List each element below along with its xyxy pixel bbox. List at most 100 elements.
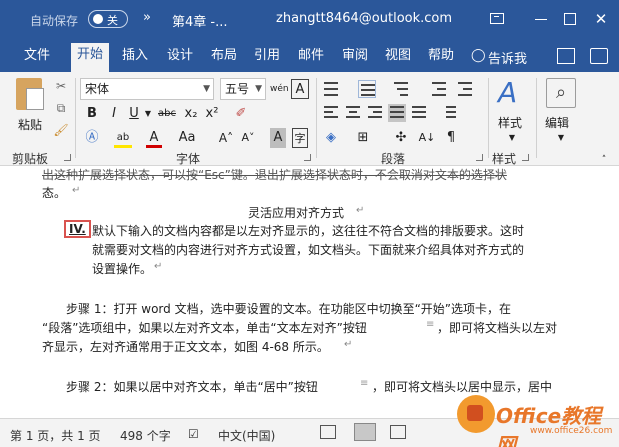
chevron-down-icon[interactable]: ▼ bbox=[556, 128, 566, 148]
multilevel-list-icon[interactable] bbox=[392, 80, 410, 98]
group-divider bbox=[75, 78, 76, 158]
bullets-icon[interactable] bbox=[322, 80, 340, 98]
tab-file[interactable]: 文件 bbox=[24, 48, 50, 72]
bold-button[interactable]: B bbox=[84, 104, 100, 124]
comment-icon[interactable] bbox=[590, 48, 608, 64]
doc-line-top2: 态。 bbox=[42, 186, 67, 200]
align-right-icon[interactable] bbox=[366, 104, 384, 122]
qat-more-button[interactable]: » bbox=[143, 10, 151, 25]
increase-indent-icon[interactable] bbox=[456, 80, 474, 98]
paragraph-group-label: 段落 bbox=[381, 152, 406, 166]
ribbon: 粘贴 ✂ ⧉ 🖌 剪贴板 宋体 ▼ 五号 ▼ wén A B I U ▼ abc… bbox=[0, 72, 619, 166]
maximize-button[interactable] bbox=[559, 8, 581, 30]
align-left-inline-icon: ≡ bbox=[426, 319, 435, 330]
highlight-icon[interactable]: ab bbox=[114, 128, 132, 148]
strikethrough-button[interactable]: abc bbox=[156, 104, 178, 124]
paragraph-mark: ↵ bbox=[72, 185, 81, 196]
borders-icon[interactable]: ⊞ bbox=[354, 128, 372, 148]
grow-font-button[interactable]: A˄ bbox=[218, 128, 234, 148]
autosave-toggle[interactable]: 关 bbox=[88, 10, 128, 28]
font-size-combo[interactable]: 五号 ▼ bbox=[220, 78, 266, 100]
chevron-down-icon: ▼ bbox=[203, 84, 210, 94]
styles-icon[interactable]: A bbox=[498, 78, 528, 108]
chevron-down-icon[interactable]: ▼ bbox=[144, 104, 152, 124]
tab-layout[interactable]: 布局 bbox=[211, 48, 237, 72]
tab-references[interactable]: 引用 bbox=[254, 48, 280, 72]
sort-icon[interactable]: A↓ bbox=[418, 128, 436, 148]
justify-icon[interactable] bbox=[388, 104, 406, 122]
styles-launcher[interactable] bbox=[522, 154, 529, 161]
tell-me-search[interactable]: 告诉我 bbox=[488, 48, 527, 67]
minimize-button[interactable] bbox=[530, 8, 552, 30]
print-layout-icon[interactable] bbox=[354, 423, 376, 441]
font-size-value: 五号 bbox=[225, 82, 250, 96]
superscript-button[interactable]: x² bbox=[203, 104, 221, 124]
tab-review[interactable]: 审阅 bbox=[342, 48, 368, 72]
page-count[interactable]: 第 1 页，共 1 页 bbox=[10, 427, 101, 444]
tab-mailings[interactable]: 邮件 bbox=[298, 48, 324, 72]
line-spacing-icon[interactable] bbox=[440, 104, 458, 122]
align-center-icon[interactable] bbox=[344, 104, 362, 122]
character-border-button[interactable]: A bbox=[291, 79, 309, 99]
phonetic-guide-button[interactable]: wén bbox=[270, 79, 289, 99]
clipboard-group-label: 剪贴板 bbox=[12, 152, 49, 166]
numbering-icon[interactable] bbox=[358, 80, 376, 98]
align-left-icon[interactable] bbox=[322, 104, 340, 122]
tab-insert[interactable]: 插入 bbox=[122, 48, 148, 72]
ribbon-tabs: 文件 开始 插入 设计 布局 引用 邮件 审阅 视图 帮助 ◯ 告诉我 bbox=[0, 40, 619, 72]
list-item-line-3: 设置操作。 bbox=[92, 262, 153, 276]
chevron-down-icon[interactable]: ▼ bbox=[507, 128, 517, 148]
toggle-knob bbox=[93, 14, 103, 24]
decrease-indent-icon[interactable] bbox=[430, 80, 448, 98]
search-icon[interactable]: ⌕ bbox=[546, 78, 576, 108]
format-painter-icon[interactable]: 🖌 bbox=[53, 122, 69, 138]
word-count[interactable]: 498 个字 bbox=[120, 427, 171, 444]
close-button[interactable]: ✕ bbox=[590, 8, 612, 30]
cut-icon[interactable]: ✂ bbox=[53, 78, 69, 94]
paragraph-mark: ↵ bbox=[356, 205, 365, 216]
show-marks-icon[interactable]: ¶ bbox=[442, 128, 460, 148]
step1-line-2b: ，即可将文档头以左对 bbox=[437, 321, 558, 335]
document-canvas[interactable]: 出这种扩展选择状态，可以按“Esc”键。退出扩展选择状态时，不会取消对文本的选择… bbox=[0, 166, 619, 418]
share-icon[interactable] bbox=[557, 48, 575, 64]
clear-formatting-icon[interactable]: ✐ bbox=[232, 104, 250, 124]
step1-line-2: “段落”选项组中，如果以左对齐文本，单击“文本左对齐”按钮 bbox=[42, 321, 367, 335]
tab-view[interactable]: 视图 bbox=[385, 48, 411, 72]
subscript-button[interactable]: x₂ bbox=[182, 104, 200, 124]
shading-icon[interactable]: ◈ bbox=[322, 128, 340, 148]
distributed-icon[interactable] bbox=[410, 104, 428, 122]
character-shading-button[interactable]: A bbox=[270, 128, 286, 148]
tab-home[interactable]: 开始 bbox=[71, 43, 110, 72]
enclose-characters-icon[interactable]: 字 bbox=[292, 128, 308, 148]
paste-icon[interactable] bbox=[16, 78, 44, 110]
list-item-line-2: 就需要对文档的内容进行对齐方式设置，如文档头。下面就来介绍具体对齐方式的 bbox=[92, 243, 525, 257]
asian-layout-icon[interactable]: ✣ bbox=[392, 128, 410, 148]
autosave-state: 关 bbox=[107, 14, 118, 27]
list-number-highlight: IV. bbox=[64, 220, 91, 238]
web-layout-icon[interactable] bbox=[390, 425, 406, 439]
proofing-icon[interactable]: ☑ bbox=[188, 427, 199, 441]
font-launcher[interactable] bbox=[304, 154, 311, 161]
copy-icon[interactable]: ⧉ bbox=[53, 100, 69, 116]
tab-design[interactable]: 设计 bbox=[167, 48, 193, 72]
account-name[interactable]: zhangtt8464@outlook.com bbox=[276, 11, 452, 26]
font-color-icon[interactable]: A bbox=[146, 128, 162, 148]
step2-line-1: 步骤 2：如果以居中对齐文本，单击“居中”按钮 bbox=[66, 380, 318, 394]
clipboard-launcher[interactable] bbox=[64, 154, 71, 161]
group-divider bbox=[488, 78, 489, 158]
read-mode-icon[interactable] bbox=[320, 425, 336, 439]
underline-button[interactable]: U bbox=[126, 104, 142, 124]
styles-group-label: 样式 bbox=[492, 152, 517, 166]
paragraph-launcher[interactable] bbox=[476, 154, 483, 161]
maximize-icon bbox=[564, 13, 576, 25]
italic-button[interactable]: I bbox=[106, 104, 122, 124]
paste-button[interactable]: 粘贴 bbox=[18, 116, 42, 133]
tab-help[interactable]: 帮助 bbox=[428, 48, 454, 72]
change-case-button[interactable]: Aa bbox=[176, 128, 198, 148]
ribbon-display-icon bbox=[490, 13, 504, 24]
text-effects-icon[interactable]: Ⓐ bbox=[84, 128, 100, 148]
language-indicator[interactable]: 中文(中国) bbox=[218, 427, 275, 444]
ribbon-display-options-button[interactable] bbox=[486, 8, 508, 30]
shrink-font-button[interactable]: A˅ bbox=[240, 128, 256, 148]
font-name-combo[interactable]: 宋体 ▼ bbox=[80, 78, 214, 100]
